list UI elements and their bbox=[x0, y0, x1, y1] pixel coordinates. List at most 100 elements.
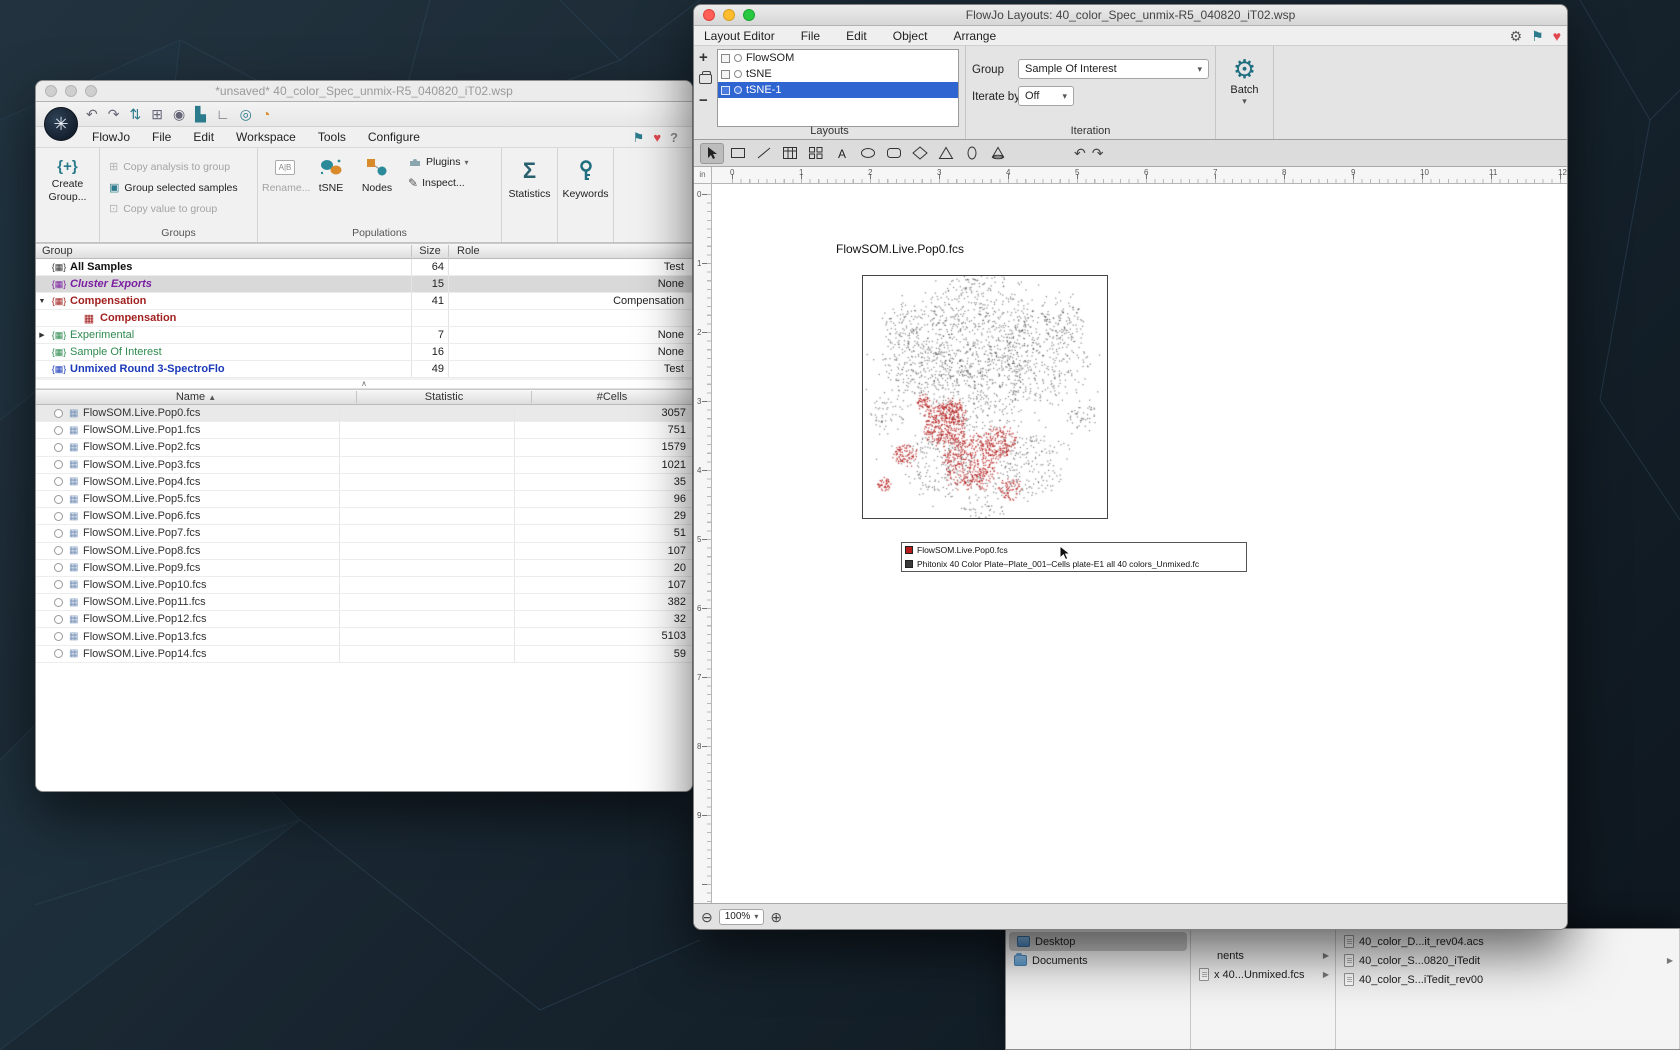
redo-button[interactable]: ↷ bbox=[108, 107, 120, 121]
FlowSOM.Live.Pop2.fcs[interactable]: FlowSOM.Live.Pop2.fcs 1579 bbox=[36, 439, 692, 457]
column-header-statistic[interactable]: Statistic bbox=[356, 391, 531, 403]
create-group-button[interactable]: {+} Create Group... bbox=[36, 148, 100, 242]
radio-icon[interactable] bbox=[54, 632, 63, 642]
FlowSOM.Live.Pop7.fcs[interactable]: FlowSOM.Live.Pop7.fcs 51 bbox=[36, 525, 692, 543]
transfer-icon[interactable]: ⇅ bbox=[129, 107, 141, 121]
radio-icon[interactable] bbox=[54, 425, 63, 435]
Compensation[interactable]: Compensation bbox=[36, 310, 692, 327]
Compensation[interactable]: ▼ Compensation 41 Compensation bbox=[36, 293, 692, 310]
FlowSOM.Live.Pop13.fcs[interactable]: FlowSOM.Live.Pop13.fcs 5103 bbox=[36, 628, 692, 646]
menu-file[interactable]: File bbox=[801, 29, 820, 43]
column-header-cells[interactable]: #Cells bbox=[531, 391, 692, 403]
disclosure-triangle-icon[interactable]: ▼ bbox=[36, 298, 48, 305]
add-table-icon[interactable]: ⊞ bbox=[151, 107, 163, 121]
batch-button[interactable]: ⚙ Batch ▾ bbox=[1216, 46, 1274, 139]
cone-tool[interactable] bbox=[986, 143, 1010, 164]
layout-item[interactable]: tSNE bbox=[718, 66, 958, 82]
FlowSOM.Live.Pop3.fcs[interactable]: FlowSOM.Live.Pop3.fcs 1021 bbox=[36, 456, 692, 474]
help-icon[interactable]: ? bbox=[670, 131, 678, 144]
workspace-titlebar[interactable]: *unsaved* 40_color_Spec_unmix-R5_040820_… bbox=[36, 81, 692, 102]
menu-edit[interactable]: Edit bbox=[193, 130, 214, 144]
chart-icon[interactable]: ▙ bbox=[195, 107, 206, 121]
zoom-in-button[interactable]: ⊕ bbox=[770, 910, 782, 924]
menu-layout-editor[interactable]: Layout Editor bbox=[704, 29, 775, 43]
finder-row[interactable]: 40_color_S...iTedit_rev00 bbox=[1336, 970, 1679, 989]
FlowSOM.Live.Pop8.fcs[interactable]: FlowSOM.Live.Pop8.fcs 107 bbox=[36, 542, 692, 560]
keywords-button[interactable]: Keywords bbox=[558, 148, 614, 242]
tsne-plot-object[interactable] bbox=[862, 275, 1108, 519]
undo-button[interactable]: ↶ bbox=[86, 107, 98, 121]
column-header-group[interactable]: Group bbox=[36, 245, 411, 257]
layouts-titlebar[interactable]: FlowJo Layouts: 40_color_Spec_unmix-R5_0… bbox=[694, 5, 1567, 26]
layout-item[interactable]: FlowSOM bbox=[718, 50, 958, 66]
FlowSOM.Live.Pop0.fcs[interactable]: FlowSOM.Live.Pop0.fcs 3057 bbox=[36, 405, 692, 423]
text-tool[interactable]: A bbox=[830, 143, 854, 164]
copy-analysis-button[interactable]: ⊞ Copy analysis to group bbox=[106, 156, 253, 177]
statistics-button[interactable]: Σ Statistics bbox=[502, 148, 558, 242]
rectangle-tool[interactable] bbox=[726, 143, 750, 164]
copy-value-button[interactable]: ⊡ Copy value to group bbox=[106, 198, 253, 219]
triangle-tool[interactable] bbox=[934, 143, 958, 164]
radio-icon[interactable] bbox=[54, 563, 63, 573]
inspect-button[interactable]: ✎ Inspect... bbox=[408, 176, 468, 190]
menu-configure[interactable]: Configure bbox=[368, 130, 420, 144]
finder-row[interactable]: 40_color_S...0820_iTedit ▶ bbox=[1336, 951, 1679, 970]
radio-icon[interactable] bbox=[54, 460, 63, 470]
favorites-icon[interactable]: ♥ bbox=[1553, 29, 1561, 43]
finder-row[interactable]: x 40...Unmixed.fcs ▶ bbox=[1191, 965, 1335, 984]
group-selected-button[interactable]: ▣ Group selected samples bbox=[106, 177, 253, 198]
menu-edit[interactable]: Edit bbox=[846, 29, 867, 43]
plot-title[interactable]: FlowSOM.Live.Pop0.fcs bbox=[836, 242, 964, 256]
FlowSOM.Live.Pop6.fcs[interactable]: FlowSOM.Live.Pop6.fcs 29 bbox=[36, 508, 692, 526]
grid-tool[interactable] bbox=[804, 143, 828, 164]
redo-button[interactable]: ↷ bbox=[1092, 145, 1104, 162]
layout-page-canvas[interactable]: FlowSOM.Live.Pop0.fcs FlowSOM.Live.Pop0.… bbox=[712, 184, 1567, 903]
duplicate-layout-icon[interactable] bbox=[699, 71, 712, 84]
radio-icon[interactable] bbox=[54, 511, 63, 521]
menu-tools[interactable]: Tools bbox=[318, 130, 346, 144]
FlowSOM.Live.Pop5.fcs[interactable]: FlowSOM.Live.Pop5.fcs 96 bbox=[36, 490, 692, 509]
rounded-rect-tool[interactable] bbox=[882, 143, 906, 164]
minimize-button[interactable] bbox=[723, 9, 735, 21]
close-button[interactable] bbox=[45, 85, 57, 97]
menu-object[interactable]: Object bbox=[893, 29, 928, 43]
layout-item[interactable]: tSNE-1 bbox=[718, 82, 958, 98]
search-icon[interactable]: ◉ bbox=[173, 107, 185, 121]
radio-icon[interactable] bbox=[54, 477, 63, 487]
palette-icon[interactable]: ◔ bbox=[262, 107, 270, 121]
radio-icon[interactable] bbox=[54, 649, 63, 659]
radio-icon[interactable] bbox=[54, 614, 63, 624]
Experimental[interactable]: ▶ Experimental 7 None bbox=[36, 327, 692, 344]
group-select[interactable]: Sample Of Interest ▾ bbox=[1018, 59, 1209, 79]
radio-icon[interactable] bbox=[54, 408, 63, 418]
remove-layout-button[interactable]: − bbox=[699, 93, 712, 108]
diamond-tool[interactable] bbox=[908, 143, 932, 164]
bookmark-icon[interactable]: ⚑ bbox=[1531, 29, 1544, 43]
zoom-button[interactable] bbox=[85, 85, 97, 97]
record-icon[interactable]: ◎ bbox=[240, 107, 252, 121]
menu-file[interactable]: File bbox=[152, 130, 171, 144]
radio-icon[interactable] bbox=[54, 528, 63, 538]
radio-icon[interactable] bbox=[54, 580, 63, 590]
finder-row[interactable]: nents ▶ bbox=[1191, 946, 1335, 965]
menu-arrange[interactable]: Arrange bbox=[953, 29, 996, 43]
column-header-role[interactable]: Role bbox=[448, 245, 692, 257]
FlowSOM.Live.Pop14.fcs[interactable]: FlowSOM.Live.Pop14.fcs 59 bbox=[36, 645, 692, 663]
minimize-button[interactable] bbox=[65, 85, 77, 97]
layout-icon[interactable]: ∟ bbox=[216, 107, 230, 121]
FlowSOM.Live.Pop9.fcs[interactable]: FlowSOM.Live.Pop9.fcs 20 bbox=[36, 559, 692, 577]
FlowSOM.Live.Pop11.fcs[interactable]: FlowSOM.Live.Pop11.fcs 382 bbox=[36, 594, 692, 612]
radio-icon[interactable] bbox=[54, 546, 63, 556]
cylinder-tool[interactable] bbox=[960, 143, 984, 164]
zoom-level-select[interactable]: 100% ▾ bbox=[718, 908, 765, 925]
iterate-by-select[interactable]: Off ▾ bbox=[1018, 86, 1074, 106]
undo-button[interactable]: ↶ bbox=[1074, 145, 1086, 162]
line-tool[interactable] bbox=[752, 143, 776, 164]
settings-icon[interactable]: ⚙ bbox=[1510, 29, 1523, 43]
plugins-button[interactable]: Plugins ▾ bbox=[408, 156, 468, 168]
zoom-out-button[interactable]: ⊖ bbox=[701, 910, 713, 924]
menu-workspace[interactable]: Workspace bbox=[236, 130, 296, 144]
radio-icon[interactable] bbox=[54, 597, 63, 607]
FlowSOM.Live.Pop1.fcs[interactable]: FlowSOM.Live.Pop1.fcs 751 bbox=[36, 422, 692, 440]
menu-flowjo[interactable]: FlowJo bbox=[92, 130, 130, 144]
